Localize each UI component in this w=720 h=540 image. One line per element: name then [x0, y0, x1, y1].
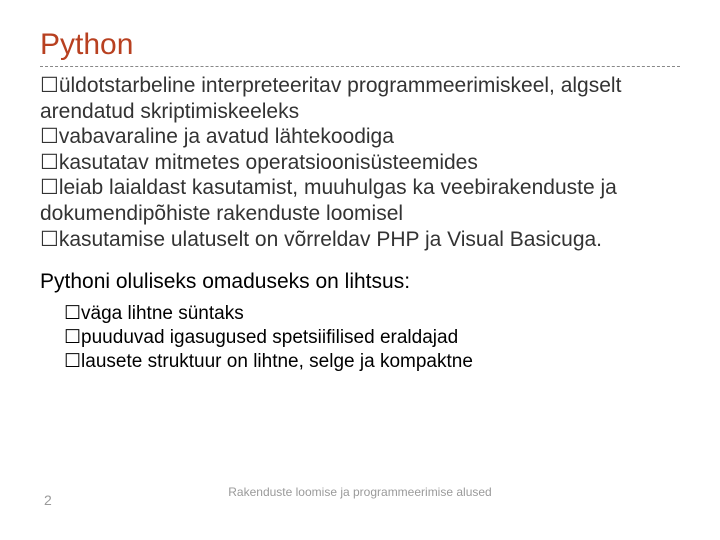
page-number: 2 [44, 492, 52, 508]
main-bullet-list: ☐üldotstarbeline interpreteeritav progra… [40, 73, 680, 252]
title-divider [40, 66, 680, 67]
sub-bullet-list: ☐väga lihtne süntaks ☐puuduvad igasuguse… [40, 302, 680, 373]
bullet-text: üldotstarbeline interpreteeritav program… [40, 74, 621, 123]
slide-title: Python [40, 28, 680, 62]
subheading: Pythoni oluliseks omaduseks on lihtsus: [40, 270, 680, 294]
bullet-item: ☐leiab laialdast kasutamist, muuhulgas k… [40, 175, 680, 226]
bullet-item: ☐kasutamise ulatuselt on võrreldav PHP j… [40, 227, 680, 253]
bullet-symbol: ☐ [64, 303, 81, 324]
bullet-symbol: ☐ [40, 176, 59, 199]
bullet-item: ☐väga lihtne süntaks [64, 302, 680, 326]
slide-container: Python ☐üldotstarbeline interpreteeritav… [0, 0, 720, 374]
bullet-text: leiab laialdast kasutamist, muuhulgas ka… [40, 176, 617, 225]
bullet-symbol: ☐ [64, 327, 81, 348]
bullet-symbol: ☐ [40, 228, 59, 251]
bullet-text: väga lihtne süntaks [81, 303, 244, 324]
bullet-text: lausete struktuur on lihtne, selge ja ko… [81, 351, 473, 372]
bullet-item: ☐puuduvad igasugused spetsiifilised eral… [64, 326, 680, 350]
bullet-item: ☐kasutatav mitmetes operatsioonisüsteemi… [40, 150, 680, 176]
bullet-item: ☐üldotstarbeline interpreteeritav progra… [40, 73, 680, 124]
bullet-symbol: ☐ [40, 151, 59, 174]
bullet-item: ☐vabavaraline ja avatud lähtekoodiga [40, 124, 680, 150]
bullet-symbol: ☐ [64, 351, 81, 372]
bullet-text: vabavaraline ja avatud lähtekoodiga [59, 125, 394, 148]
bullet-text: kasutamise ulatuselt on võrreldav PHP ja… [59, 228, 602, 251]
bullet-item: ☐lausete struktuur on lihtne, selge ja k… [64, 350, 680, 374]
bullet-text: puuduvad igasugused spetsiifilised erald… [81, 327, 458, 348]
bullet-symbol: ☐ [40, 125, 59, 148]
bullet-text: kasutatav mitmetes operatsioonisüsteemid… [59, 151, 478, 174]
bullet-symbol: ☐ [40, 74, 59, 97]
footer-text: Rakenduste loomise ja programmeerimise a… [0, 485, 720, 499]
